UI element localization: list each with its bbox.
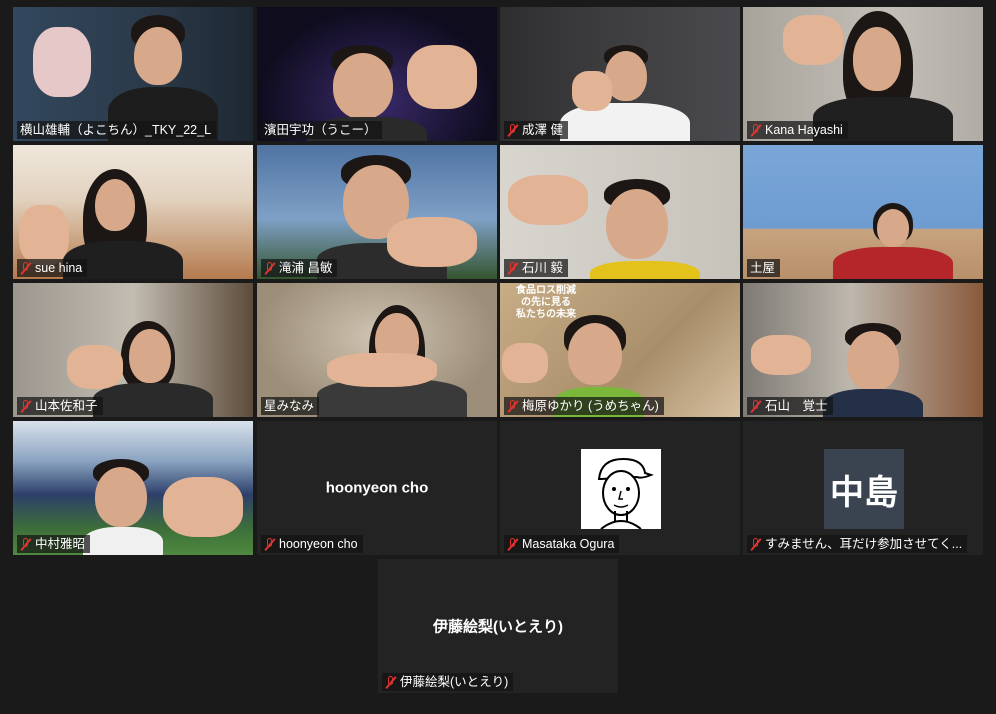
cartoon-face-icon bbox=[597, 457, 654, 530]
participant-name: 横山雄輔（よこちん）_TKY_22_L bbox=[20, 123, 212, 137]
person-hands bbox=[387, 217, 477, 267]
person-body bbox=[823, 389, 923, 417]
participant-name-bar: 伊藤絵梨(いとえり) bbox=[382, 673, 514, 691]
mic-muted-icon bbox=[750, 537, 762, 551]
person-head bbox=[568, 323, 622, 385]
participant-tile[interactable]: sue hina bbox=[13, 145, 253, 279]
participant-tile[interactable]: 土屋 bbox=[743, 145, 983, 279]
mic-muted-icon bbox=[264, 261, 276, 275]
participant-tile[interactable]: 中村雅昭 bbox=[13, 421, 253, 555]
participant-name: 石川 毅 bbox=[522, 261, 563, 275]
participant-tile-active-speaker[interactable]: 星みなみ bbox=[257, 283, 497, 417]
person-head bbox=[134, 27, 182, 85]
participant-display-name: 伊藤絵梨(いとえり) bbox=[433, 618, 563, 636]
participant-name: 石山 覚士 bbox=[765, 399, 828, 413]
person-body bbox=[833, 247, 953, 279]
participant-name-bar: 石川 毅 bbox=[504, 259, 568, 277]
person-hands bbox=[163, 477, 243, 537]
participant-name-bar: 梅原ゆかり (うめちゃん) bbox=[504, 397, 664, 415]
mic-muted-icon bbox=[264, 537, 276, 551]
person-hands bbox=[751, 335, 811, 375]
mic-muted-icon bbox=[507, 123, 519, 137]
participant-tile[interactable]: hoonyeon cho hoonyeon cho bbox=[257, 421, 497, 555]
participant-name-bar: Masataka Ogura bbox=[504, 535, 620, 553]
participant-name-bar: 中村雅昭 bbox=[17, 535, 91, 553]
participant-tile[interactable]: 伊藤絵梨(いとえり) 伊藤絵梨(いとえり) bbox=[378, 559, 618, 693]
participant-display-name: hoonyeon cho bbox=[325, 479, 429, 497]
participant-name: すみません、耳だけ参加させてく... bbox=[765, 537, 963, 551]
participant-name: Masataka Ogura bbox=[522, 537, 615, 551]
person-hands bbox=[33, 27, 91, 97]
participant-tile[interactable]: 中島 すみません、耳だけ参加させてく... bbox=[743, 421, 983, 555]
person-head bbox=[853, 27, 901, 91]
participant-name-bar: hoonyeon cho bbox=[261, 535, 363, 553]
person-body bbox=[590, 261, 700, 279]
participant-tile[interactable]: 濱田宇功（うこー） bbox=[257, 7, 497, 141]
participant-tile[interactable]: Kana Hayashi bbox=[743, 7, 983, 141]
participant-name-bar: 濱田宇功（うこー） bbox=[261, 121, 382, 139]
person-hands bbox=[783, 15, 843, 65]
participant-name-bar: 山本佐和子 bbox=[17, 397, 103, 415]
mic-muted-icon bbox=[750, 123, 762, 137]
participant-name: 成澤 健 bbox=[522, 123, 563, 137]
participant-name-bar: 滝浦 昌敏 bbox=[261, 259, 338, 277]
participant-name: Kana Hayashi bbox=[765, 123, 843, 137]
participant-name-bar: Kana Hayashi bbox=[747, 121, 848, 139]
person-body bbox=[83, 527, 163, 555]
participant-name: sue hina bbox=[35, 261, 83, 275]
participant-tile[interactable]: 滝浦 昌敏 bbox=[257, 145, 497, 279]
person-hands bbox=[67, 345, 123, 389]
participant-name: 梅原ゆかり (うめちゃん) bbox=[522, 399, 659, 413]
participant-tile[interactable]: 石山 覚士 bbox=[743, 283, 983, 417]
participant-name-bar: sue hina bbox=[17, 259, 88, 277]
person-head bbox=[95, 179, 135, 231]
mic-muted-icon bbox=[20, 537, 32, 551]
person-hands bbox=[508, 175, 588, 225]
participant-tile[interactable]: 横山雄輔（よこちん）_TKY_22_L bbox=[13, 7, 253, 141]
participant-name: 中村雅昭 bbox=[35, 537, 86, 551]
participant-name-bar: 石山 覚士 bbox=[747, 397, 833, 415]
person-hands bbox=[327, 353, 437, 387]
mic-muted-icon bbox=[20, 261, 32, 275]
mic-muted-icon bbox=[507, 399, 519, 413]
person-hands bbox=[407, 45, 477, 109]
participant-tile[interactable]: 食品ロス削減 の先に見る 私たちの未来 梅原ゆかり (うめちゃん) bbox=[500, 283, 740, 417]
mic-muted-icon bbox=[385, 675, 397, 689]
participant-name: 山本佐和子 bbox=[35, 399, 98, 413]
avatar bbox=[581, 449, 661, 530]
person-body bbox=[93, 383, 213, 417]
participant-name-bar: 横山雄輔（よこちん）_TKY_22_L bbox=[17, 121, 217, 139]
person-hands bbox=[19, 205, 69, 265]
poster-title: 食品ロス削減 の先に見る 私たちの未来 bbox=[516, 285, 576, 320]
participant-name-bar: 成澤 健 bbox=[504, 121, 568, 139]
participant-name-bar: 土屋 bbox=[747, 259, 781, 277]
person-head bbox=[877, 209, 909, 247]
participant-name: 濱田宇功（うこー） bbox=[264, 123, 377, 137]
participant-name: hoonyeon cho bbox=[279, 537, 358, 551]
participant-name: 滝浦 昌敏 bbox=[279, 261, 333, 275]
person-head bbox=[95, 467, 147, 527]
participant-name: 伊藤絵梨(いとえり) bbox=[400, 675, 509, 689]
person-head bbox=[847, 331, 899, 391]
person-hands bbox=[502, 343, 548, 383]
mic-muted-icon bbox=[20, 399, 32, 413]
mic-muted-icon bbox=[507, 537, 519, 551]
person-head bbox=[606, 189, 668, 259]
participant-name-bar: すみません、耳だけ参加させてく... bbox=[747, 535, 968, 553]
participant-name: 土屋 bbox=[750, 261, 776, 275]
person-head bbox=[333, 53, 393, 119]
participant-tile[interactable]: 石川 毅 bbox=[500, 145, 740, 279]
person-hands bbox=[572, 71, 612, 111]
participant-tile[interactable]: 山本佐和子 bbox=[13, 283, 253, 417]
mic-muted-icon bbox=[750, 399, 762, 413]
participant-name: 星みなみ bbox=[264, 399, 315, 413]
person-head bbox=[129, 329, 171, 383]
participant-name-bar: 星みなみ bbox=[261, 397, 320, 415]
avatar: 中島 bbox=[824, 449, 904, 529]
participant-tile[interactable]: 成澤 健 bbox=[500, 7, 740, 141]
participant-tile[interactable]: Masataka Ogura bbox=[500, 421, 740, 555]
mic-muted-icon bbox=[507, 261, 519, 275]
